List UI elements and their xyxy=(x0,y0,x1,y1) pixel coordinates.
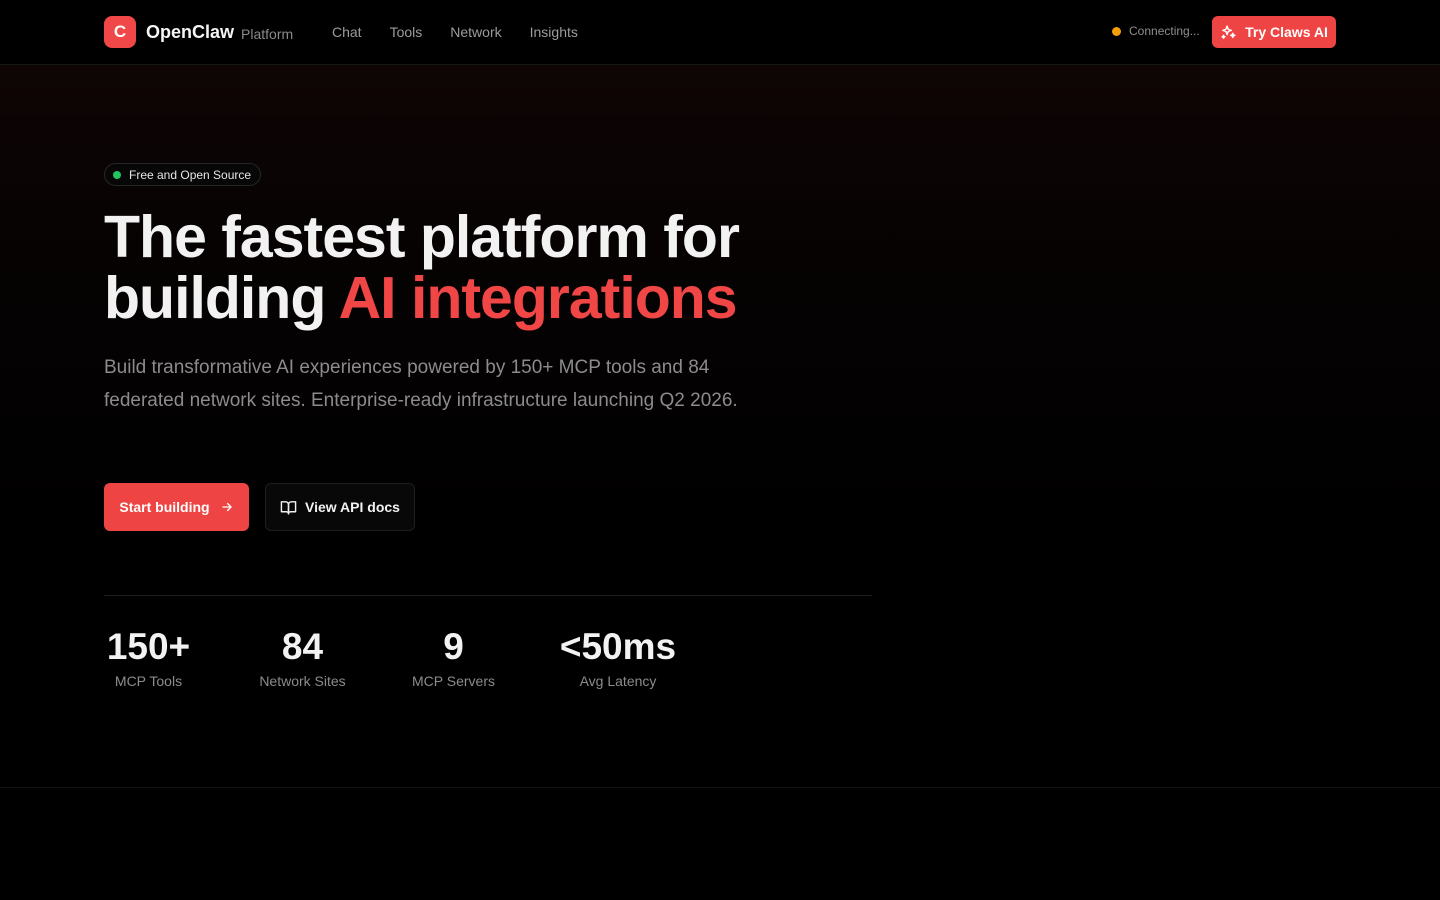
try-claws-ai-button[interactable]: Try Claws AI xyxy=(1212,16,1336,48)
view-api-docs-button[interactable]: View API docs xyxy=(265,483,415,531)
sparkles-icon xyxy=(1221,24,1236,39)
badge-dot xyxy=(113,170,121,179)
stat-label: MCP Servers xyxy=(412,673,495,689)
stat-label: MCP Tools xyxy=(114,673,183,689)
nav-link-insights[interactable]: Insights xyxy=(530,24,578,40)
try-claws-ai-label: Try Claws AI xyxy=(1245,24,1328,40)
logo-badge: C xyxy=(104,16,136,48)
stat-value: <50ms xyxy=(559,626,677,667)
hero-section: Free and Open Source The fastest platfor… xyxy=(0,65,1440,788)
brand-name: OpenClaw xyxy=(146,21,235,42)
nav-link-chat[interactable]: Chat xyxy=(332,24,362,40)
stat-value: 150+ xyxy=(106,626,191,667)
nav-link-tools[interactable]: Tools xyxy=(390,24,423,40)
stat-value: 9 xyxy=(443,626,464,667)
headline-line-2: building xyxy=(104,265,339,331)
open-source-badge: Free and Open Source xyxy=(104,163,262,186)
arrow-right-icon xyxy=(221,502,232,512)
badge-text: Free and Open Source xyxy=(129,167,252,182)
stats-divider xyxy=(104,595,872,596)
top-navigation-bar: C OpenClaw Platform Chat Tools Network I… xyxy=(0,0,1440,65)
headline-line-1: The fastest platform for xyxy=(104,204,740,270)
stat-mcp-tools: 150+ MCP Tools xyxy=(104,623,193,689)
stat-label: Avg Latency xyxy=(579,673,657,689)
start-building-button[interactable]: Start building xyxy=(104,483,249,531)
page: C OpenClaw Platform Chat Tools Network I… xyxy=(0,0,1440,900)
headline-accent: AI integrations xyxy=(338,265,738,331)
status-indicator-dot xyxy=(1112,26,1121,36)
connection-status: Connecting... xyxy=(1112,24,1200,38)
nav-link-network[interactable]: Network xyxy=(450,24,501,40)
stat-value: 84 xyxy=(281,626,324,667)
stat-mcp-servers: 9 MCP Servers xyxy=(408,623,499,689)
stat-label: Network Sites xyxy=(259,673,346,689)
brand-logo-link[interactable]: C OpenClaw Platform xyxy=(104,16,293,48)
stat-avg-latency: <50ms Avg Latency xyxy=(556,623,680,689)
brand-subtitle: Platform xyxy=(241,25,294,42)
main-nav: Chat Tools Network Insights xyxy=(332,0,606,64)
view-api-docs-label: View API docs xyxy=(305,499,400,515)
hero-subtitle: Build transformative AI experiences powe… xyxy=(104,357,738,411)
stat-network-sites: 84 Network Sites xyxy=(252,623,353,689)
start-building-label: Start building xyxy=(119,499,210,515)
book-open-icon xyxy=(280,500,297,515)
hero-headline: The fastest platform for building AI int… xyxy=(104,207,864,329)
status-text: Connecting... xyxy=(1129,24,1200,38)
